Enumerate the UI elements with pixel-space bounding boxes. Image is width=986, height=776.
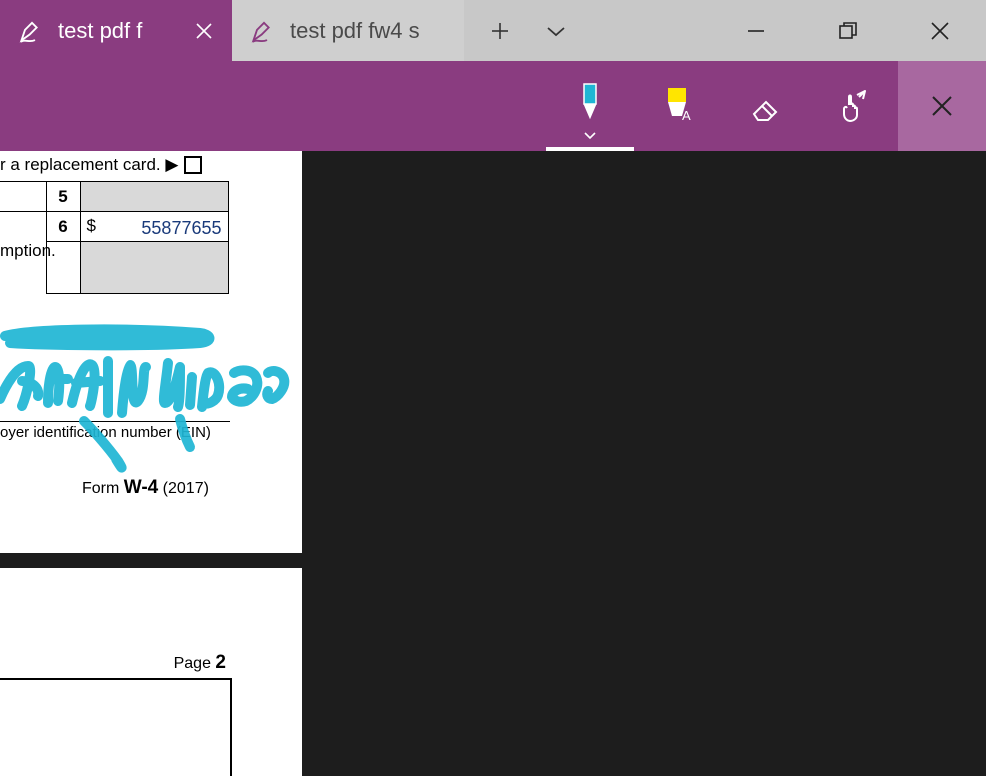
tab-close-button[interactable]: [188, 15, 220, 47]
form-table: 5 6 $ 55877655: [0, 181, 229, 294]
eraser-tool-button[interactable]: [722, 61, 810, 151]
tabs-area: test pdf f test pdf fw4 s: [0, 0, 584, 61]
form-field-dollar[interactable]: $ 55877655: [80, 212, 228, 242]
titlebar: test pdf f test pdf fw4 s: [0, 0, 986, 61]
pen-tool-button[interactable]: [546, 61, 634, 151]
tab-list-button[interactable]: [528, 0, 584, 61]
form-box: [0, 678, 232, 776]
document-viewport[interactable]: r a replacement card. ▶ 5 6 $ 55877655: [0, 151, 986, 776]
pen-icon: [18, 17, 46, 45]
tab-actions: [464, 0, 584, 61]
tab-label: test pdf fw4 s: [290, 18, 452, 44]
minimize-button[interactable]: [710, 0, 802, 61]
svg-text:A: A: [682, 108, 691, 123]
chevron-down-icon: [583, 131, 597, 141]
close-ink-toolbar-button[interactable]: [898, 61, 986, 151]
dollar-sign: $: [87, 216, 96, 236]
new-tab-button[interactable]: [472, 0, 528, 61]
row-number: 5: [46, 182, 80, 212]
exemption-text: mption.: [0, 241, 56, 261]
tab-label: test pdf f: [58, 18, 180, 44]
touch-writing-button[interactable]: [810, 61, 898, 151]
window-controls: [710, 0, 986, 61]
pen-icon: [250, 17, 278, 45]
replacement-card-text: r a replacement card. ▶: [0, 155, 202, 175]
ink-toolbar: A: [0, 61, 986, 151]
page-number-label: Page 2: [174, 652, 226, 674]
tab-inactive[interactable]: test pdf fw4 s: [232, 0, 464, 61]
close-window-button[interactable]: [894, 0, 986, 61]
cell: [0, 182, 46, 212]
pdf-page-1: r a replacement card. ▶ 5 6 $ 55877655: [0, 151, 302, 553]
ein-label: oyer identification number (EIN): [0, 421, 230, 441]
form-field[interactable]: [80, 242, 228, 294]
tab-active[interactable]: test pdf f: [0, 0, 232, 61]
form-name-label: Form W-4 (2017): [82, 477, 209, 499]
checkbox[interactable]: [184, 156, 202, 174]
cell: [0, 212, 46, 242]
field-value: 55877655: [141, 218, 221, 239]
text: r a replacement card. ▶: [0, 155, 178, 175]
pdf-page-2: Page 2: [0, 568, 302, 776]
row-number: 6: [46, 212, 80, 242]
maximize-button[interactable]: [802, 0, 894, 61]
form-field[interactable]: [80, 182, 228, 212]
highlighter-tool-button[interactable]: A: [634, 61, 722, 151]
